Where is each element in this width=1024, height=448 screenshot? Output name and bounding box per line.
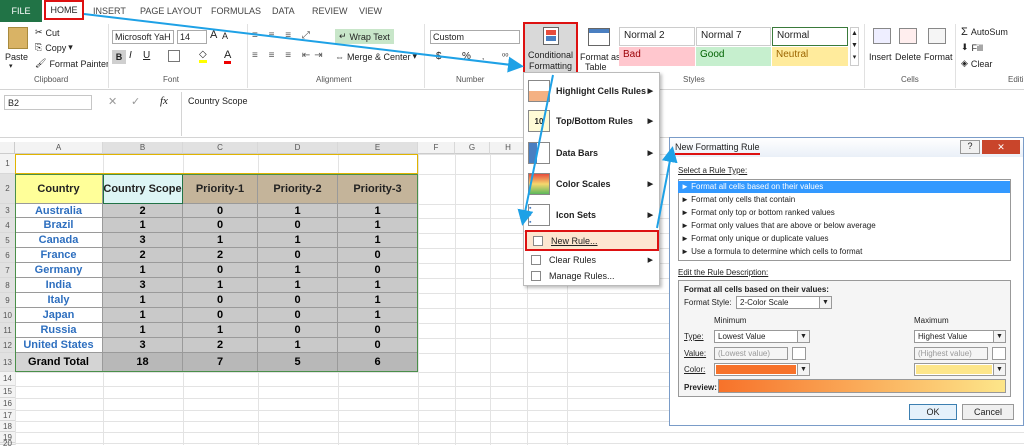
arrow-cf-to-new-rule: [517, 74, 554, 226]
annotation-arrows: [83, 13, 678, 229]
arrow-home-to-cf: [83, 13, 524, 73]
arrow-new-rule-to-dialog: [656, 146, 678, 229]
